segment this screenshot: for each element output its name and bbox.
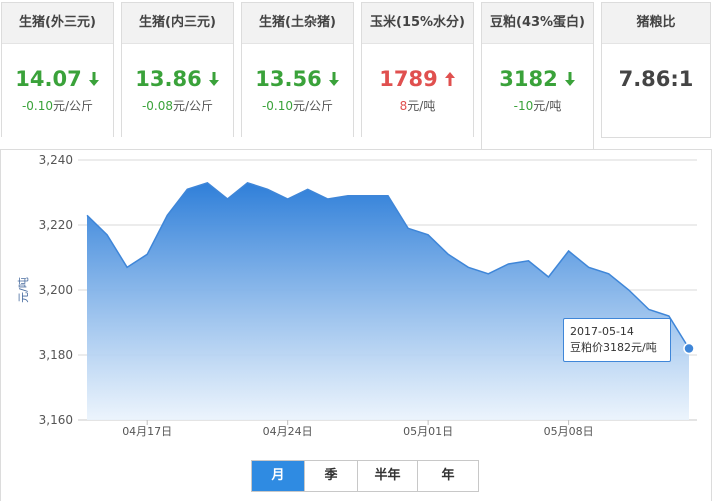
tab-quarter[interactable]: 季 — [305, 461, 358, 491]
series-area — [87, 182, 689, 420]
data-point[interactable] — [185, 187, 189, 191]
data-point[interactable] — [607, 272, 611, 276]
data-point[interactable] — [346, 194, 350, 198]
data-point[interactable] — [446, 252, 450, 256]
data-point[interactable] — [286, 197, 290, 201]
data-point[interactable] — [506, 262, 510, 266]
x-axis: 04月17日 04月24日 05月01日 05月08日 — [122, 420, 594, 438]
y-tick-label: 3,160 — [39, 413, 73, 427]
data-point[interactable] — [426, 233, 430, 237]
data-point[interactable] — [306, 187, 310, 191]
x-tick-label: 04月24日 — [263, 425, 313, 438]
tooltip-text: 豆粕价3182元/吨 — [570, 341, 657, 354]
data-point[interactable] — [627, 288, 631, 292]
tab-month[interactable]: 月 — [252, 461, 305, 491]
data-point[interactable] — [486, 272, 490, 276]
data-point[interactable] — [85, 213, 89, 217]
y-axis-label: 元/吨 — [17, 277, 30, 303]
data-point[interactable] — [165, 213, 169, 217]
data-point[interactable] — [225, 197, 229, 201]
data-point[interactable] — [205, 181, 209, 185]
data-point[interactable] — [683, 342, 695, 355]
y-tick-label: 3,220 — [39, 218, 73, 232]
tab-year[interactable]: 年 — [418, 461, 478, 491]
y-axis: 3,160 3,180 3,200 3,220 3,240 — [39, 153, 73, 427]
data-point[interactable] — [466, 265, 470, 269]
data-point[interactable] — [326, 197, 330, 201]
x-tick-label: 05月08日 — [544, 425, 594, 438]
x-tick-label: 05月01日 — [403, 425, 453, 438]
data-point[interactable] — [567, 249, 571, 253]
data-point[interactable] — [526, 259, 530, 263]
data-point[interactable] — [647, 308, 651, 312]
x-tick-label: 04月17日 — [122, 425, 172, 438]
y-tick-label: 3,240 — [39, 153, 73, 167]
tooltip: 2017-05-14 豆粕价3182元/吨 — [563, 318, 671, 362]
y-tick-label: 3,180 — [39, 348, 73, 362]
tooltip-date: 2017-05-14 — [570, 325, 634, 338]
data-point[interactable] — [386, 194, 390, 198]
data-point[interactable] — [366, 194, 370, 198]
data-point[interactable] — [105, 233, 109, 237]
data-point[interactable] — [145, 252, 149, 256]
price-chart: 3,160 3,180 3,200 3,220 3,240 04月17日 04月24日 05… — [17, 153, 697, 438]
data-point[interactable] — [547, 275, 551, 279]
data-point[interactable] — [266, 187, 270, 191]
tab-half-year[interactable]: 半年 — [358, 461, 418, 491]
data-point[interactable] — [125, 265, 129, 269]
period-tabs: 月 季 半年 年 — [251, 460, 479, 492]
area-layer — [85, 181, 695, 420]
y-tick-label: 3,200 — [39, 283, 73, 297]
data-point[interactable] — [246, 181, 250, 185]
data-point[interactable] — [587, 265, 591, 269]
data-point[interactable] — [406, 226, 410, 230]
